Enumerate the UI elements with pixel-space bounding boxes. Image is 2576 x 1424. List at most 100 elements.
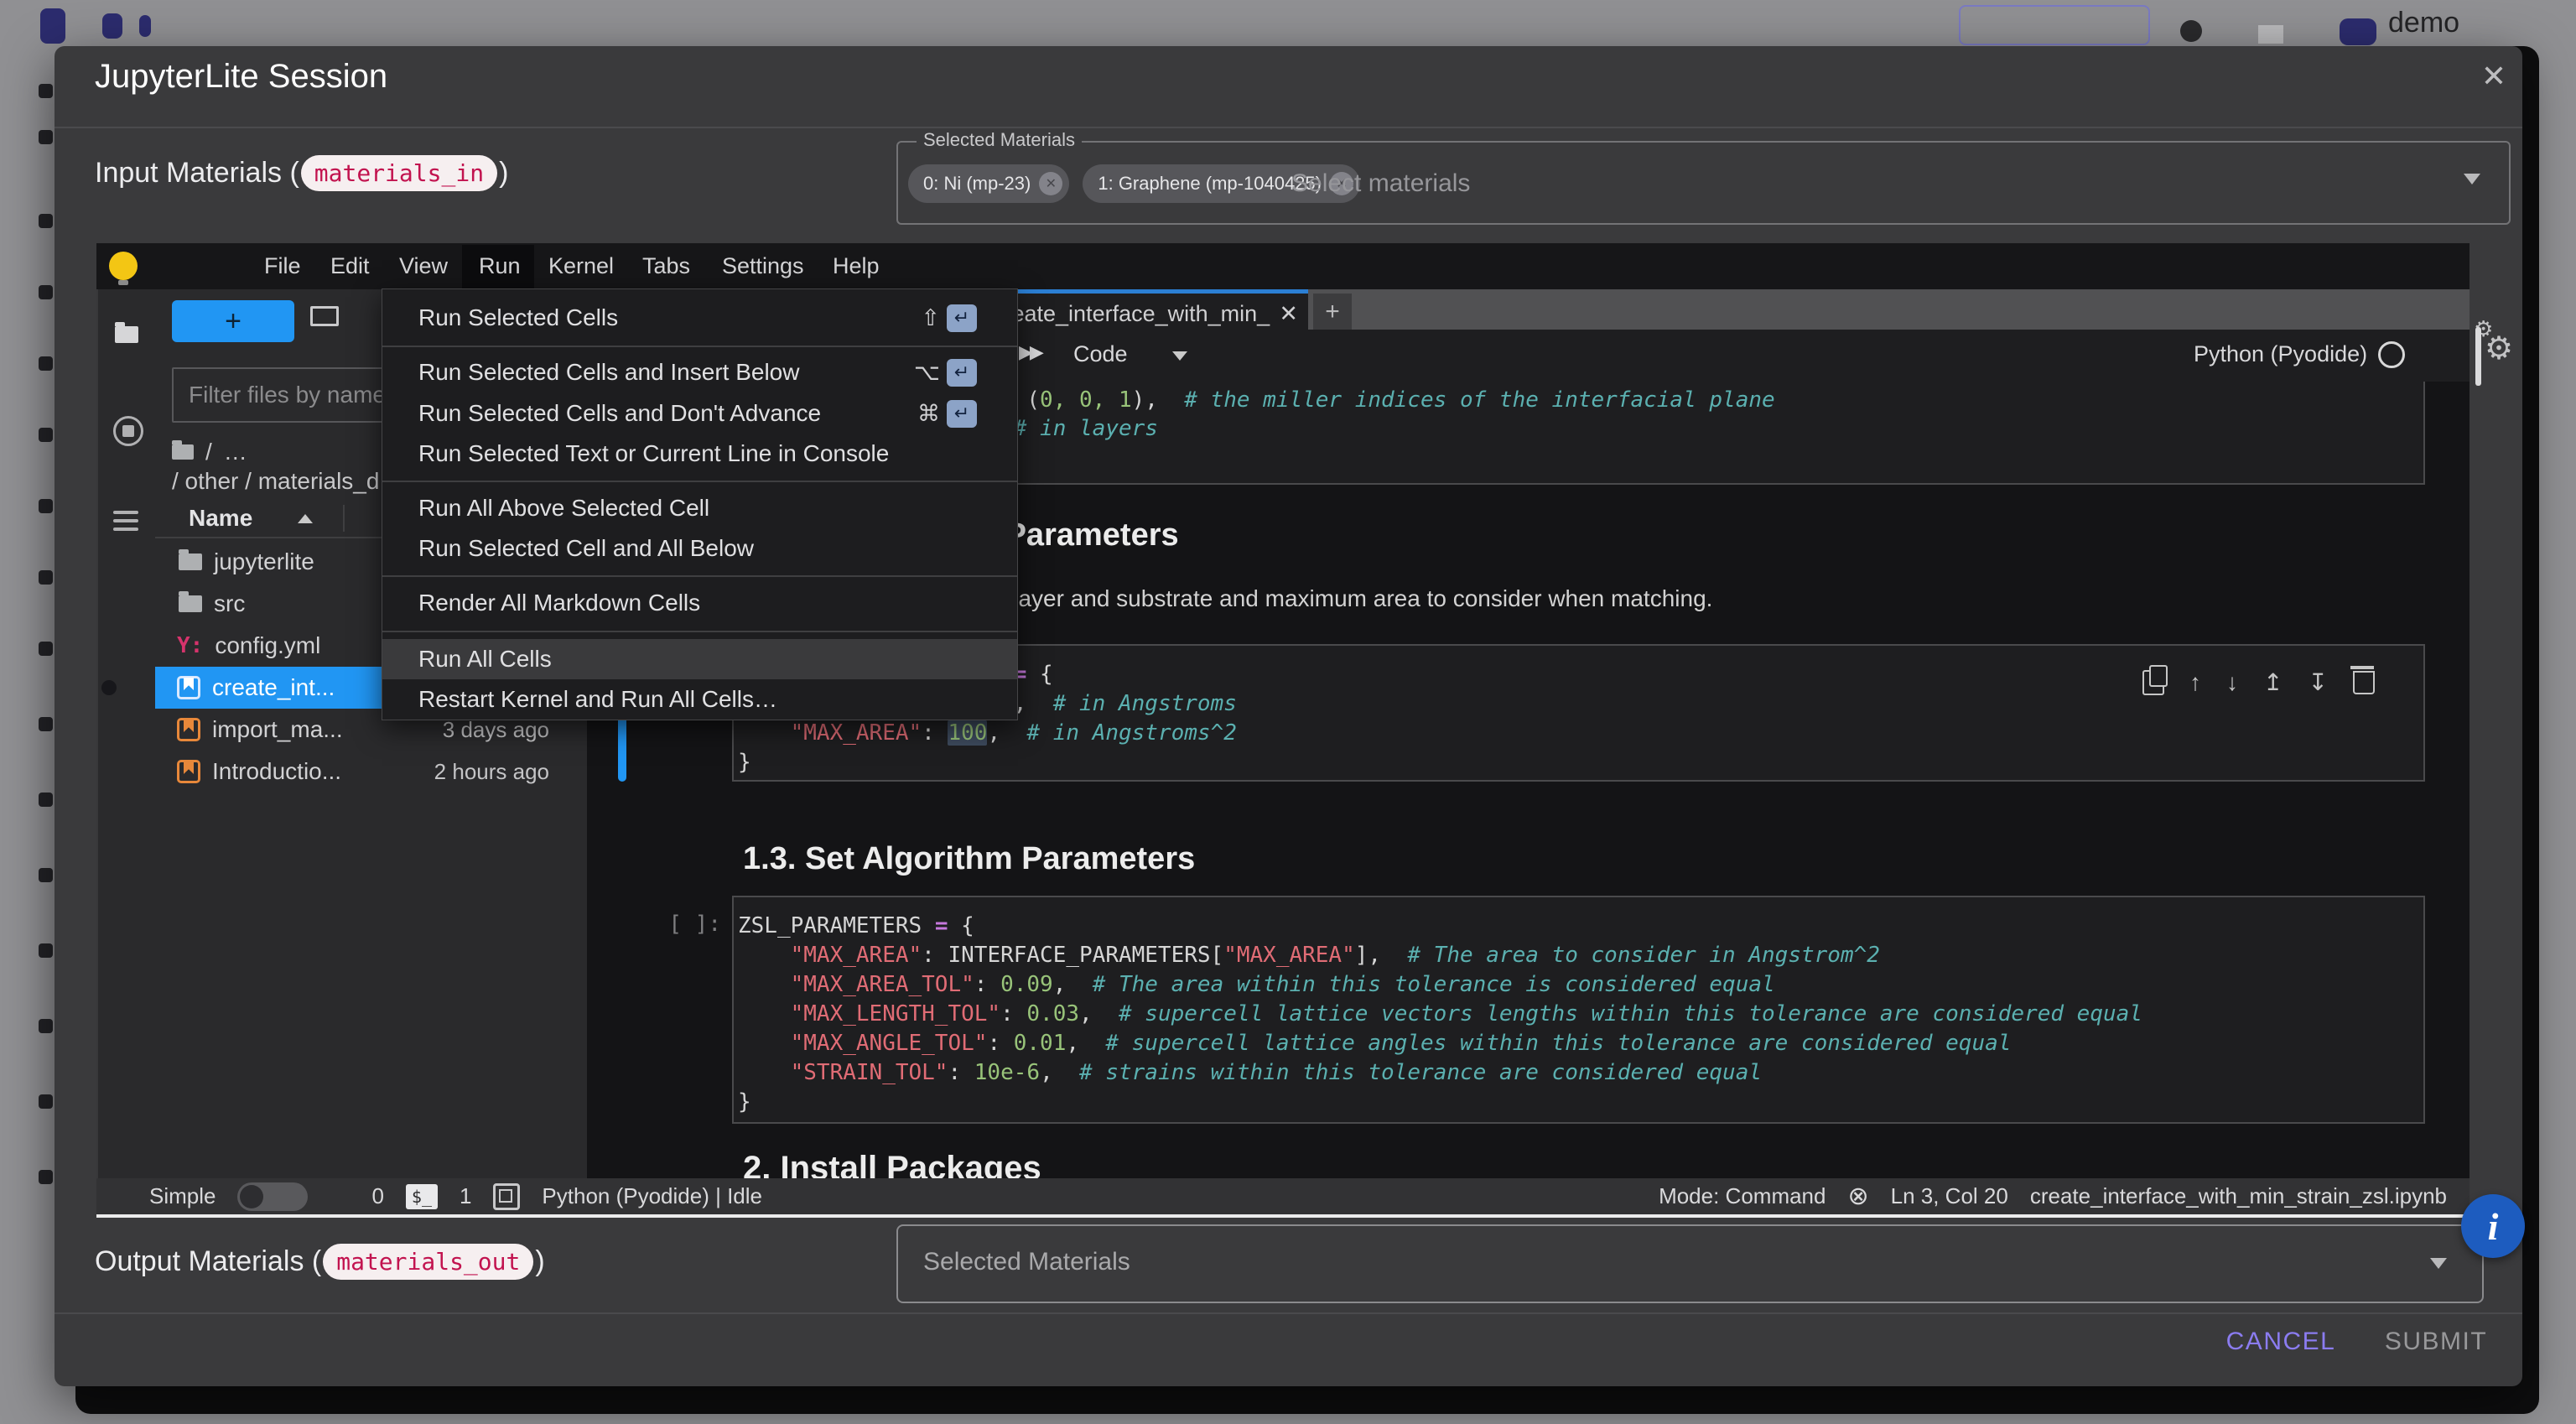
app-logo-icon xyxy=(102,13,122,39)
kernel-status-text[interactable]: Python (Pyodide) | Idle xyxy=(542,1183,762,1209)
files-tab-icon[interactable] xyxy=(115,326,138,343)
menu-item[interactable]: Run All Above Selected Cell xyxy=(382,488,1017,528)
menu-view[interactable]: View xyxy=(396,243,451,288)
jupyterlite-logo-icon xyxy=(118,280,128,285)
move-up-icon[interactable]: ↑ xyxy=(2189,669,2201,696)
menu-item[interactable]: Run Selected Cells ⇧↵ xyxy=(382,298,1017,338)
breadcrumb-root[interactable]: / xyxy=(205,439,212,465)
kernel-chip-icon[interactable] xyxy=(493,1183,520,1210)
select-materials-placeholder: Select materials xyxy=(1291,169,1470,198)
new-launcher-button[interactable]: + xyxy=(172,300,294,342)
material-chip[interactable]: 0: Ni (mp-23) ✕ xyxy=(908,164,1069,203)
scrollbar[interactable] xyxy=(2475,327,2481,386)
chevron-down-icon[interactable] xyxy=(2464,174,2480,184)
running-sessions-icon[interactable] xyxy=(113,416,143,446)
output-select-value: Selected Materials xyxy=(923,1248,1130,1276)
menu-kernel[interactable]: Kernel xyxy=(545,243,617,288)
notebook-tab[interactable]: create_interface_with_min_ ✕ xyxy=(973,289,1308,334)
menu-item[interactable]: Restart Kernel and Run All Cells… xyxy=(382,679,1017,720)
divider xyxy=(55,1312,2522,1314)
enter-key-icon: ↵ xyxy=(947,304,977,332)
move-down-icon[interactable]: ↓ xyxy=(2226,669,2238,696)
info-button[interactable]: i xyxy=(2461,1194,2525,1258)
home-folder-icon[interactable] xyxy=(172,444,194,460)
cell-type-dropdown[interactable]: Code xyxy=(1073,341,1128,367)
new-folder-icon[interactable] xyxy=(310,306,339,326)
terminal-icon[interactable]: $_ xyxy=(406,1184,438,1209)
mode-indicator[interactable]: Mode: Command xyxy=(1659,1183,1826,1209)
menu-item[interactable]: Run Selected Text or Current Line in Con… xyxy=(382,434,1017,474)
trust-shield-icon[interactable]: ⊗ xyxy=(1847,1182,1868,1211)
run-all-icon[interactable]: ▶▶ xyxy=(1019,341,1041,363)
terminal-count[interactable]: 0 xyxy=(371,1183,383,1209)
menu-item[interactable]: Run Selected Cells and Don't Advance ⌘↵ xyxy=(382,393,1017,434)
app-logo-icon xyxy=(139,15,151,37)
folder-icon xyxy=(179,553,202,570)
materials-in-chip: materials_in xyxy=(301,155,497,191)
menu-item[interactable]: Run Selected Cells and Insert Below ⌥↵ xyxy=(382,352,1017,392)
close-icon[interactable]: ✕ xyxy=(2474,56,2514,96)
tab-close-icon[interactable]: ✕ xyxy=(1259,301,1298,327)
code-line: "MAX_AREA_TOL": 0.09, # The area within … xyxy=(738,970,1775,999)
input-materials-label: Input Materials (materials_in) xyxy=(95,153,508,192)
menu-run[interactable]: Run xyxy=(475,243,524,288)
kernel-status-icon[interactable] xyxy=(2378,341,2405,368)
markdown-heading: 1.3. Set Algorithm Parameters xyxy=(743,841,1195,877)
background-header-icon xyxy=(2180,20,2202,42)
jlab-status-bar: Simple 0 $_ 1 Python (Pyodide) | Idle Mo… xyxy=(96,1178,2470,1214)
simple-mode-label: Simple xyxy=(149,1183,216,1209)
sidebar-icon xyxy=(39,1019,53,1033)
menu-item[interactable]: Render All Markdown Cells xyxy=(382,583,1017,623)
jlab-menu-bar: File Edit View Run Kernel Tabs Settings … xyxy=(96,243,2470,290)
gear-icon[interactable]: ⚙ xyxy=(2485,330,2513,367)
menu-file[interactable]: File xyxy=(261,243,304,288)
kernel-count[interactable]: 1 xyxy=(460,1183,471,1209)
breadcrumb-ellipsis[interactable]: … xyxy=(224,439,247,465)
sidebar-icon xyxy=(39,1170,53,1184)
divider xyxy=(96,1214,2470,1218)
folder-icon xyxy=(179,595,202,612)
simple-mode-toggle[interactable] xyxy=(237,1182,308,1211)
menu-tabs[interactable]: Tabs xyxy=(639,243,693,288)
menu-item[interactable]: Run Selected Cell and All Below xyxy=(382,528,1017,569)
notebook-icon xyxy=(177,760,200,783)
option-icon: ⌥ xyxy=(914,352,940,392)
duplicate-cell-icon[interactable] xyxy=(2142,670,2164,695)
sidebar-icon xyxy=(39,428,53,442)
menu-help[interactable]: Help xyxy=(829,243,883,288)
divider xyxy=(382,631,1017,632)
statusbar-filename[interactable]: create_interface_with_min_strain_zsl.ipy… xyxy=(2030,1183,2447,1209)
sidebar-icon xyxy=(39,1094,53,1109)
submit-button[interactable]: SUBMIT xyxy=(2373,1317,2499,1367)
menu-edit[interactable]: Edit xyxy=(327,243,373,288)
name-column-header[interactable]: Name xyxy=(189,505,252,532)
menu-item-run-all-cells[interactable]: Run All Cells xyxy=(382,639,1017,679)
sidebar-icon xyxy=(39,84,53,98)
sidebar-icon xyxy=(39,214,53,228)
menu-settings[interactable]: Settings xyxy=(719,243,808,288)
delete-cell-icon[interactable] xyxy=(2353,671,2375,694)
kernel-name[interactable]: Python (Pyodide) xyxy=(2194,341,2367,367)
output-materials-select[interactable]: Selected Materials xyxy=(896,1224,2484,1303)
insert-above-icon[interactable]: ↥ xyxy=(2263,668,2283,696)
avatar xyxy=(2340,18,2376,45)
cursor-position[interactable]: Ln 3, Col 20 xyxy=(1891,1183,2008,1209)
user-label: demo xyxy=(2388,7,2459,39)
file-row[interactable]: Introductio... 2 hours ago xyxy=(155,751,587,793)
breadcrumb[interactable]: / … xyxy=(172,439,247,465)
sidebar-icon xyxy=(39,130,53,144)
sidebar-icon xyxy=(39,642,53,656)
cancel-button[interactable]: CANCEL xyxy=(2214,1317,2348,1367)
sidebar-icon xyxy=(39,868,53,882)
notebook-icon xyxy=(177,718,200,741)
divider xyxy=(382,481,1017,482)
dialog-title: JupyterLite Session xyxy=(95,58,387,96)
chevron-down-icon[interactable] xyxy=(2430,1258,2447,1269)
insert-below-icon[interactable]: ↧ xyxy=(2308,668,2327,696)
chip-close-icon[interactable]: ✕ xyxy=(1039,172,1062,195)
cell-toolbar: ↑ ↓ ↥ ↧ xyxy=(2142,668,2375,696)
chevron-down-icon[interactable] xyxy=(1172,351,1187,361)
table-of-contents-icon[interactable] xyxy=(113,506,138,536)
new-tab-button[interactable]: + xyxy=(1313,294,1352,330)
file-name: config.yml xyxy=(215,632,320,659)
